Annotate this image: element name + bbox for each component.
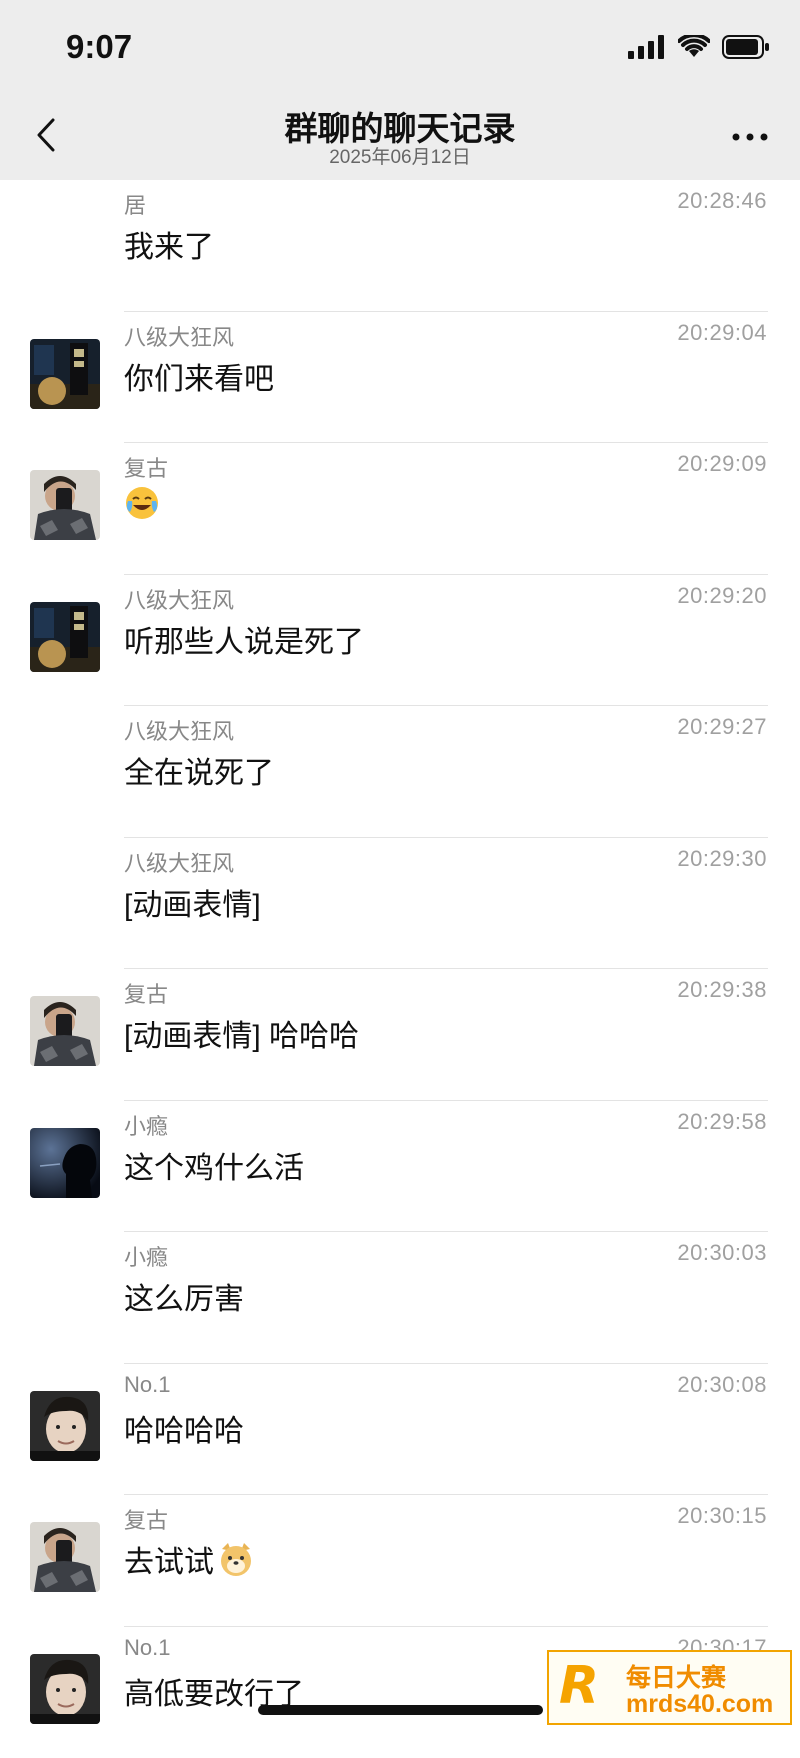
nav-bar: 群聊的聊天记录 2025年06月12日 (0, 96, 800, 180)
message-text-content: 哈哈哈哈 (124, 1406, 244, 1450)
message-item[interactable]: 八级大狂风 20:29:20 听那些人说是死了 (0, 575, 800, 707)
status-bar: 9:07 (0, 0, 800, 96)
sender-name: 小瘾 (124, 1109, 168, 1141)
home-indicator[interactable] (258, 1705, 543, 1715)
message-text: 去试试 (124, 1537, 254, 1581)
message-time: 20:29:20 (677, 583, 767, 609)
sender-name: No.1 (124, 1635, 170, 1661)
message-text-content: 你们来看吧 (124, 354, 274, 398)
message-time: 20:28:46 (677, 188, 767, 214)
message-item[interactable]: 复古 20:30:15 去试试 (0, 1495, 800, 1627)
message-item[interactable]: 八级大狂风 20:29:30 [动画表情] (0, 838, 800, 970)
message-text: 听那些人说是死了 (124, 617, 364, 661)
avatar-mirror-selfie (30, 996, 100, 1066)
message-text-content: 去试试 (124, 1537, 214, 1581)
wifi-icon (678, 35, 710, 59)
signal-icon (628, 35, 666, 59)
page-subtitle: 2025年06月12日 (0, 142, 800, 169)
watermark-name: 每日大赛 (626, 1658, 726, 1694)
message-list: 居 20:28:46 我来了 八级大狂风 20:29:04 你们来看吧 (0, 180, 800, 1758)
avatar[interactable] (30, 470, 100, 540)
message-item[interactable]: 小瘾 20:30:03 这么厉害 (0, 1232, 800, 1364)
sender-name: 复古 (124, 977, 168, 1009)
sender-name: 复古 (124, 1503, 168, 1535)
avatar[interactable] (30, 1391, 100, 1461)
message-time: 20:30:03 (677, 1240, 767, 1266)
avatar-face-portrait (30, 1391, 100, 1461)
watermark-r-logo: R (559, 1656, 599, 1716)
avatar[interactable] (30, 996, 100, 1066)
message-time: 20:30:08 (677, 1372, 767, 1398)
avatar-mirror-selfie (30, 1522, 100, 1592)
message-text (124, 485, 164, 521)
sender-name: 八级大狂风 (124, 846, 234, 878)
message-text: [动画表情] 哈哈哈 (124, 1011, 359, 1055)
avatar-dark-poster (30, 339, 100, 409)
message-text-content: 全在说死了 (124, 748, 274, 792)
message-text-content: [动画表情] 哈哈哈 (124, 1011, 359, 1055)
message-time: 20:29:04 (677, 320, 767, 346)
avatar-silhouette (30, 1128, 100, 1198)
message-text-content: 我来了 (124, 222, 214, 266)
sender-name: No.1 (124, 1372, 170, 1398)
message-text-content: [动画表情] (124, 880, 261, 924)
message-text-content: 听那些人说是死了 (124, 617, 364, 661)
sender-name: 复古 (124, 451, 168, 483)
sender-name: 八级大狂风 (124, 583, 234, 615)
message-text-content: 这个鸡什么活 (124, 1143, 304, 1187)
message-time: 20:29:09 (677, 451, 767, 477)
message-item[interactable]: No.1 20:30:08 哈哈哈哈 (0, 1364, 800, 1496)
message-text-content: 这么厉害 (124, 1274, 244, 1318)
message-item[interactable]: 八级大狂风 20:29:27 全在说死了 (0, 706, 800, 838)
avatar-dark-poster (30, 602, 100, 672)
message-item[interactable]: 八级大狂风 20:29:04 你们来看吧 (0, 312, 800, 444)
message-text: 这么厉害 (124, 1274, 244, 1318)
avatar[interactable] (30, 1522, 100, 1592)
avatar[interactable] (30, 1654, 100, 1724)
more-button[interactable] (728, 122, 772, 152)
avatar[interactable] (30, 339, 100, 409)
watermark-site: mrds40.com (626, 1690, 773, 1719)
sender-name: 八级大狂风 (124, 714, 234, 746)
sender-name: 居 (124, 188, 146, 220)
message-item[interactable]: 小瘾 20:29:58 这个鸡什么活 (0, 1101, 800, 1233)
watermark-logo: R 每日大赛 mrds40.com (547, 1650, 792, 1725)
message-item[interactable]: 居 20:28:46 我来了 (0, 180, 800, 312)
message-item[interactable]: 复古 20:29:09 (0, 443, 800, 575)
doge-emoji-icon (218, 1541, 254, 1577)
more-dots-icon (728, 122, 772, 152)
avatar[interactable] (30, 1128, 100, 1198)
message-text: 你们来看吧 (124, 354, 274, 398)
status-time: 9:07 (66, 28, 132, 66)
battery-icon (722, 35, 770, 59)
message-text: 哈哈哈哈 (124, 1406, 244, 1450)
message-time: 20:29:27 (677, 714, 767, 740)
message-item[interactable]: 复古 20:29:38 [动画表情] 哈哈哈 (0, 969, 800, 1101)
avatar-mirror-selfie (30, 470, 100, 540)
avatar-face-portrait (30, 1654, 100, 1724)
message-text: 这个鸡什么活 (124, 1143, 304, 1187)
status-icons (628, 34, 770, 60)
sender-name: 小瘾 (124, 1240, 168, 1272)
message-text: [动画表情] (124, 880, 261, 924)
message-text: 全在说死了 (124, 748, 274, 792)
message-time: 20:29:58 (677, 1109, 767, 1135)
message-time: 20:29:30 (677, 846, 767, 872)
sender-name: 八级大狂风 (124, 320, 234, 352)
message-time: 20:30:15 (677, 1503, 767, 1529)
message-time: 20:29:38 (677, 977, 767, 1003)
avatar[interactable] (30, 602, 100, 672)
laughing-crying-emoji-icon (124, 485, 160, 521)
message-text: 我来了 (124, 222, 214, 266)
